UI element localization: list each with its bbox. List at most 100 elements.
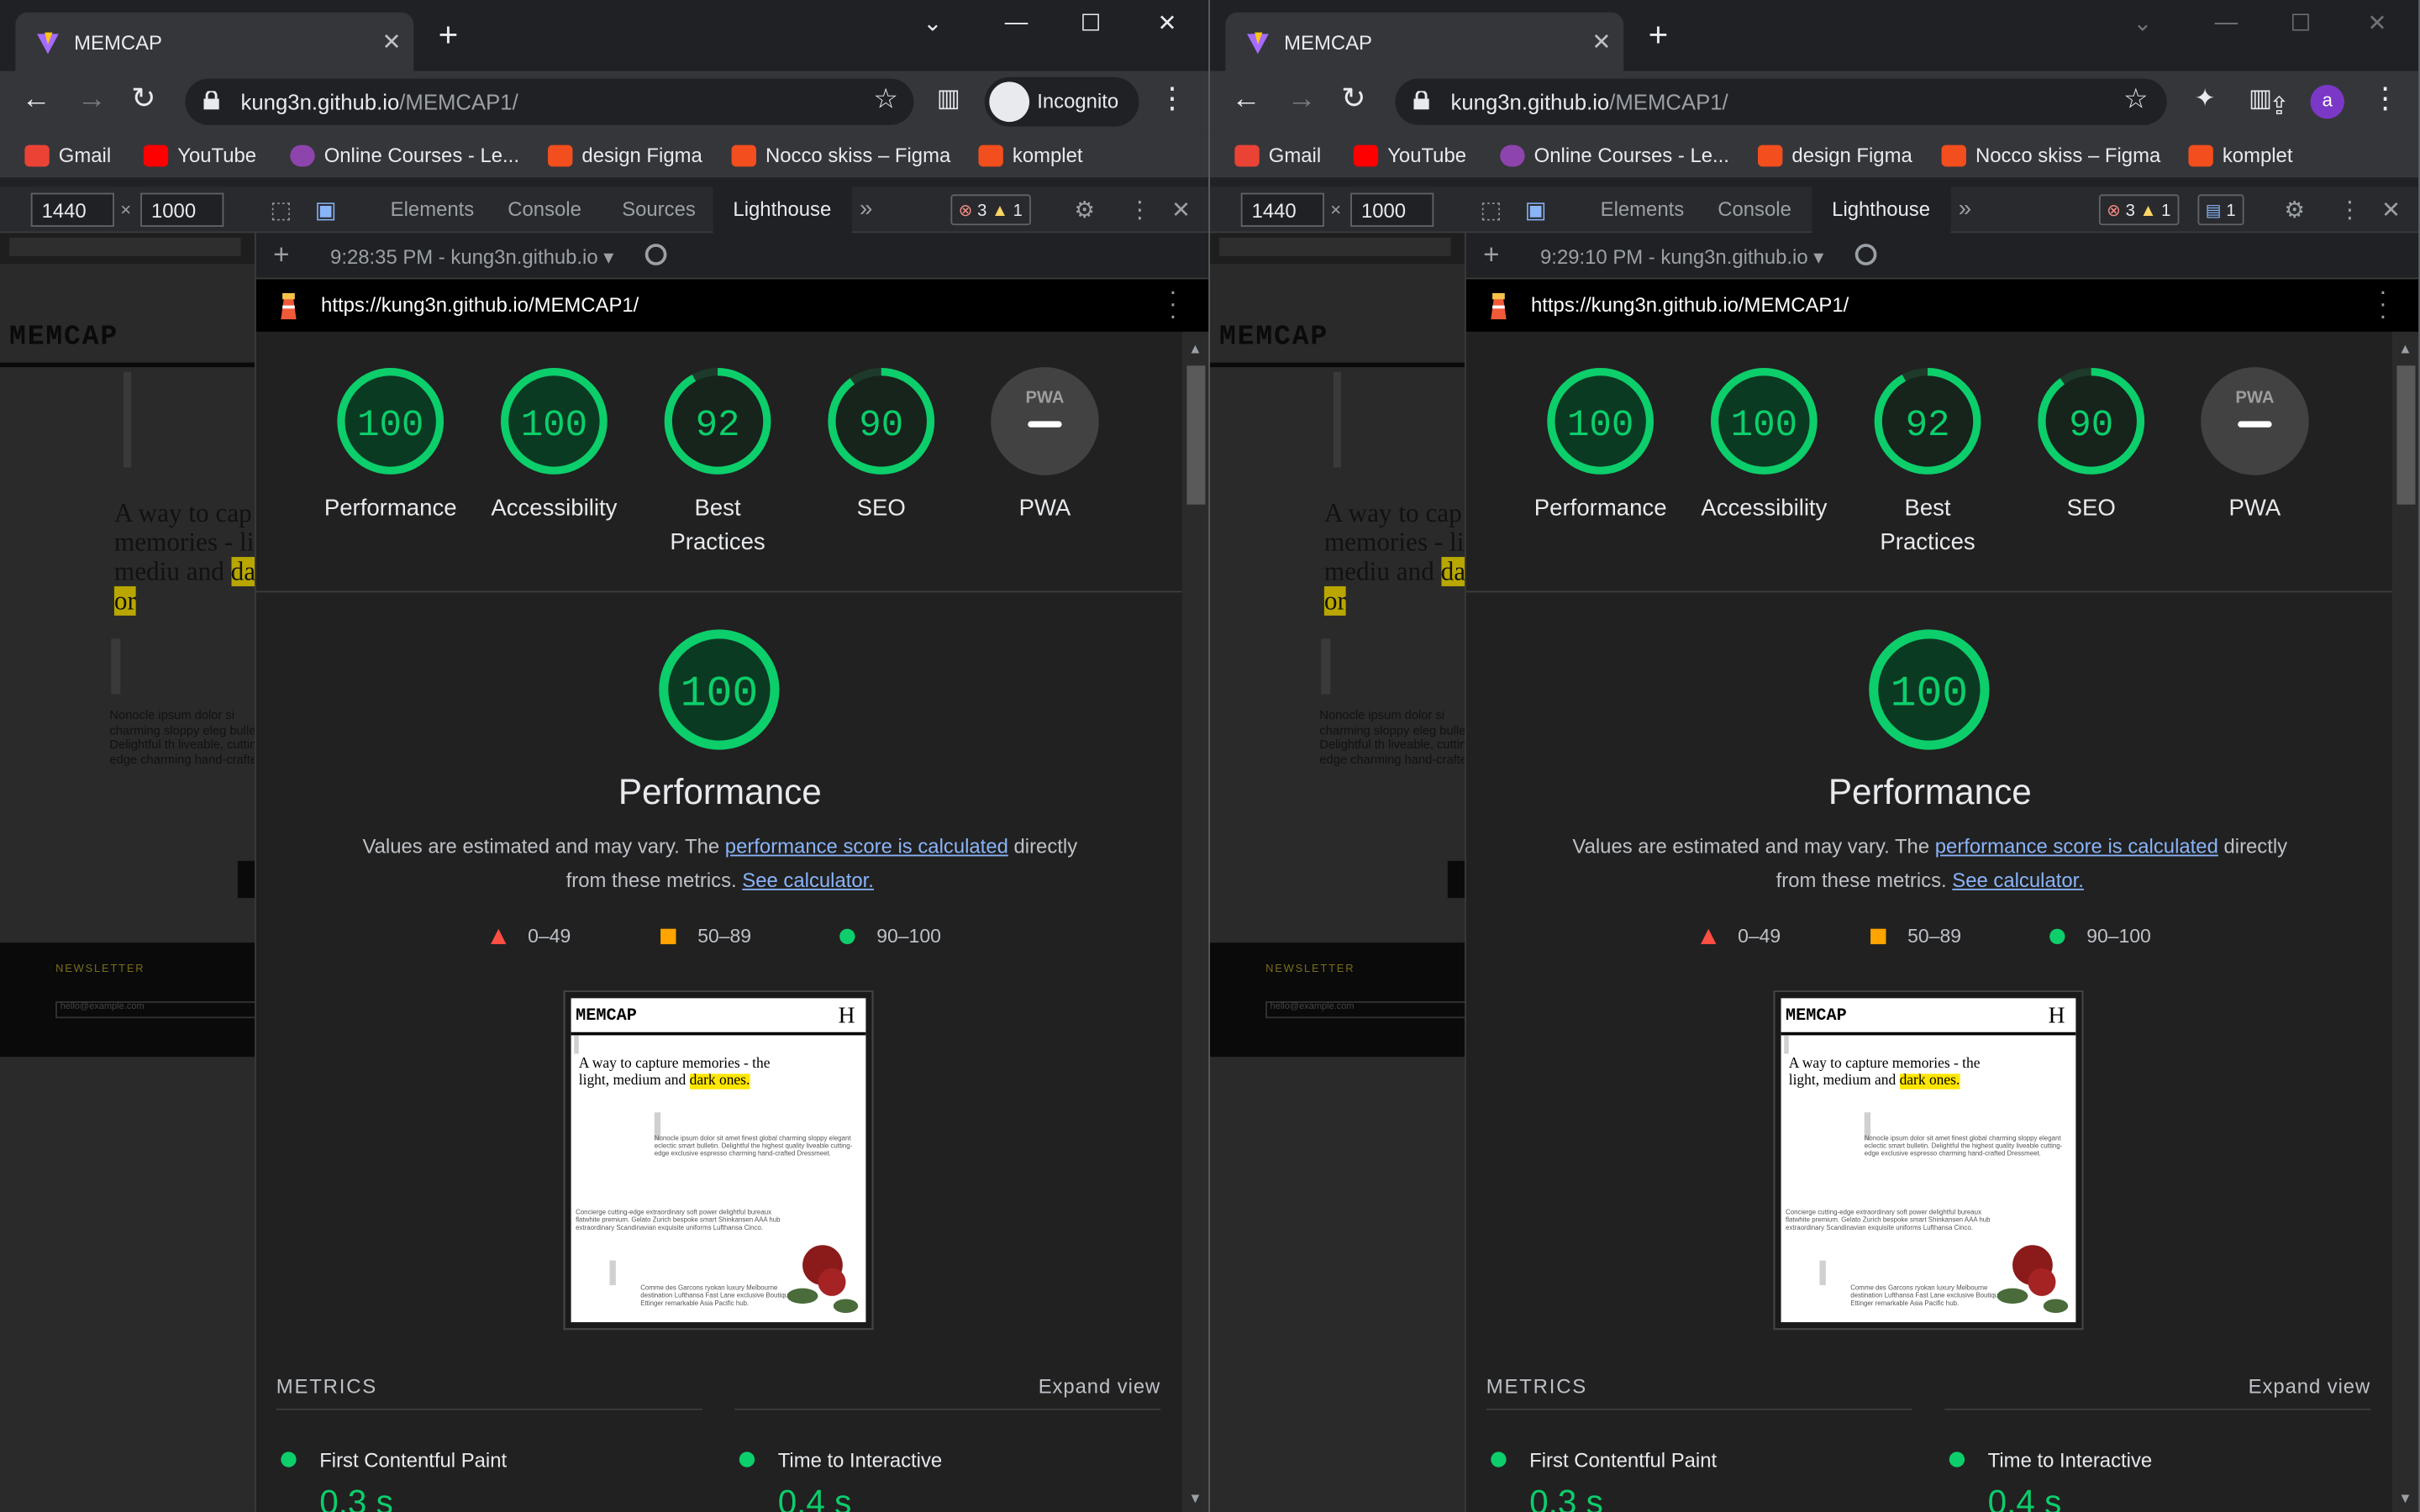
bookmark-item[interactable]: Nocco skiss – Figma bbox=[731, 144, 950, 167]
category-gauge-performance[interactable]: 100 Performance bbox=[1518, 365, 1682, 526]
device-toolbar-icon[interactable]: ▣ bbox=[1525, 196, 1547, 223]
scroll-down-icon[interactable]: ▼ bbox=[1188, 1490, 1202, 1505]
reload-icon[interactable]: ↻ bbox=[131, 83, 155, 117]
scroll-down-icon[interactable]: ▼ bbox=[2398, 1490, 2412, 1505]
close-tab-icon[interactable]: ✕ bbox=[381, 28, 401, 55]
reload-icon[interactable]: ↻ bbox=[1341, 83, 1365, 117]
newsletter-email-input[interactable]: hello@example.com bbox=[55, 1001, 255, 1019]
score-calc-link[interactable]: performance score is calculated bbox=[1935, 835, 2218, 858]
bookmark-item[interactable]: Gmail bbox=[1234, 144, 1321, 167]
devtools-tab-lighthouse[interactable]: Lighthouse bbox=[1812, 186, 1950, 234]
forward-icon[interactable]: → bbox=[1287, 83, 1317, 117]
category-gauge-best-practices[interactable]: 92 Best Practices bbox=[1846, 365, 2010, 559]
back-icon[interactable]: ← bbox=[1232, 83, 1261, 117]
browser-tab[interactable]: MEMCAP ✕ bbox=[15, 12, 414, 71]
minimize-icon[interactable]: — bbox=[2215, 9, 2238, 35]
category-gauge-pwa[interactable]: PWA PWA bbox=[963, 365, 1127, 526]
category-gauge-performance[interactable]: 100 Performance bbox=[308, 365, 472, 526]
page-cta-button[interactable] bbox=[237, 860, 255, 898]
devtools-tab-sources[interactable]: Sources bbox=[602, 186, 715, 233]
score-calc-link[interactable]: performance score is calculated bbox=[725, 835, 1008, 858]
address-bar[interactable]: kung3n.github.io/MEMCAP1/ ☆ ⇪ bbox=[1395, 78, 2290, 125]
minimize-icon[interactable]: — bbox=[1005, 9, 1028, 35]
category-gauge-accessibility[interactable]: 100 Accessibility bbox=[1682, 365, 1846, 526]
close-tab-icon[interactable]: ✕ bbox=[1591, 28, 1611, 55]
viewport-height-input[interactable] bbox=[140, 192, 224, 227]
clear-reports-icon[interactable] bbox=[644, 244, 667, 265]
maximize-icon[interactable]: ☐ bbox=[1081, 9, 1102, 37]
issues-counter[interactable]: ⊗ 3 ▲ 1 bbox=[2098, 194, 2179, 226]
issues-counter[interactable]: ⊗ 3 ▲ 1 bbox=[950, 194, 1031, 226]
messages-counter[interactable]: ▤ 1 bbox=[2197, 194, 2244, 226]
calculator-link[interactable]: See calculator. bbox=[742, 869, 874, 892]
inspect-element-icon[interactable]: ⬚ bbox=[1480, 196, 1502, 223]
report-scrollbar[interactable]: ▲ ▼ bbox=[2391, 331, 2419, 1512]
report-scrollbar[interactable]: ▲ ▼ bbox=[1181, 331, 1209, 1512]
bookmark-item[interactable]: Online Courses - Le... bbox=[290, 144, 519, 167]
browser-menu-icon[interactable]: ⋮ bbox=[2370, 83, 2400, 117]
close-devtools-icon[interactable]: ✕ bbox=[2381, 196, 2401, 223]
page-cta-button[interactable] bbox=[1447, 860, 1465, 898]
new-report-icon[interactable]: + bbox=[1483, 239, 1499, 272]
viewport-height-input[interactable] bbox=[1350, 192, 1434, 227]
category-gauge-seo[interactable]: 90 SEO bbox=[799, 365, 963, 526]
settings-gear-icon[interactable]: ⚙ bbox=[2284, 196, 2305, 223]
inspect-element-icon[interactable]: ⬚ bbox=[270, 196, 292, 223]
bookmark-item[interactable]: YouTube bbox=[1353, 144, 1466, 167]
profile-avatar[interactable]: a bbox=[2310, 85, 2344, 119]
extensions-icon[interactable]: ✦ bbox=[2195, 83, 2216, 117]
devtools-tab-console[interactable]: Console bbox=[1697, 186, 1811, 233]
bookmark-item[interactable]: Online Courses - Le... bbox=[1500, 144, 1729, 167]
category-gauge-seo[interactable]: 90 SEO bbox=[2009, 365, 2173, 526]
report-selector[interactable]: 9:29:10 PM - kung3n.github.io ▾ bbox=[1540, 245, 1823, 270]
report-menu-icon[interactable]: · · · bbox=[1168, 280, 1177, 329]
bookmark-item[interactable]: design Figma bbox=[548, 144, 702, 167]
bookmark-item[interactable]: Nocco skiss – Figma bbox=[1941, 144, 2160, 167]
address-bar[interactable]: kung3n.github.io/MEMCAP1/ ☆ bbox=[185, 78, 914, 125]
more-tabs-icon[interactable]: » bbox=[1959, 196, 1971, 222]
category-gauge-pwa[interactable]: PWA PWA bbox=[2173, 365, 2337, 526]
forward-icon[interactable]: → bbox=[77, 83, 107, 117]
bookmark-star-icon[interactable]: ☆ bbox=[2123, 83, 2149, 116]
scroll-thumb[interactable] bbox=[2396, 365, 2416, 505]
viewport-width-input[interactable] bbox=[30, 192, 114, 227]
scroll-up-icon[interactable]: ▲ bbox=[1188, 341, 1202, 356]
new-tab-button[interactable]: + bbox=[439, 18, 459, 52]
new-tab-button[interactable]: + bbox=[1649, 18, 1669, 52]
tab-search-icon[interactable]: ⌄ bbox=[923, 9, 942, 37]
expand-view-button[interactable]: Expand view bbox=[1039, 1374, 1161, 1398]
bookmark-item[interactable]: design Figma bbox=[1758, 144, 1912, 167]
expand-view-button[interactable]: Expand view bbox=[2249, 1374, 2371, 1398]
browser-tab[interactable]: MEMCAP ✕ bbox=[1225, 12, 1624, 71]
category-gauge-accessibility[interactable]: 100 Accessibility bbox=[472, 365, 636, 526]
bookmark-item[interactable]: Gmail bbox=[24, 144, 111, 167]
scroll-thumb[interactable] bbox=[1186, 365, 1206, 505]
bookmark-item[interactable]: komplet bbox=[2188, 144, 2292, 167]
side-panel-icon[interactable]: ▥ bbox=[2249, 83, 2272, 117]
close-devtools-icon[interactable]: ✕ bbox=[1171, 196, 1191, 223]
calculator-link[interactable]: See calculator. bbox=[1952, 869, 2084, 892]
bookmark-star-icon[interactable]: ☆ bbox=[873, 83, 898, 116]
devtools-menu-icon[interactable]: ⋮ bbox=[1128, 196, 1152, 223]
close-window-icon[interactable]: ✕ bbox=[1158, 9, 1177, 37]
incognito-button[interactable]: Incognito bbox=[984, 76, 1139, 127]
devtools-tab-elements[interactable]: Elements bbox=[371, 186, 494, 233]
clear-reports-icon[interactable] bbox=[1854, 244, 1877, 265]
report-selector[interactable]: 9:28:35 PM - kung3n.github.io ▾ bbox=[330, 245, 613, 270]
side-panel-icon[interactable]: ▥ bbox=[937, 83, 960, 117]
devtools-tab-lighthouse[interactable]: Lighthouse bbox=[713, 186, 852, 234]
tab-search-icon[interactable]: ⌄ bbox=[2133, 9, 2152, 37]
bookmark-item[interactable]: YouTube bbox=[143, 144, 256, 167]
devtools-tab-console[interactable]: Console bbox=[487, 186, 601, 233]
scroll-up-icon[interactable]: ▲ bbox=[2398, 341, 2412, 356]
back-icon[interactable]: ← bbox=[22, 83, 51, 117]
newsletter-email-input[interactable]: hello@example.com bbox=[1265, 1001, 1465, 1019]
viewport-width-input[interactable] bbox=[1240, 192, 1324, 227]
settings-gear-icon[interactable]: ⚙ bbox=[1074, 196, 1095, 223]
browser-menu-icon[interactable]: ⋮ bbox=[1158, 83, 1187, 117]
device-toolbar-icon[interactable]: ▣ bbox=[315, 196, 337, 223]
category-gauge-best-practices[interactable]: 92 Best Practices bbox=[636, 365, 800, 559]
report-menu-icon[interactable]: · · · bbox=[2378, 280, 2387, 329]
close-window-icon[interactable]: ✕ bbox=[2367, 9, 2386, 37]
bookmark-item[interactable]: komplet bbox=[978, 144, 1083, 167]
